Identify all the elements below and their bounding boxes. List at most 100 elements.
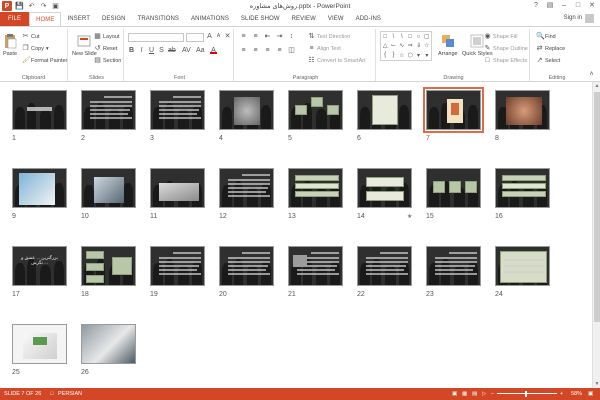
shape-outline-button[interactable]: ✎ Shape Outline xyxy=(484,45,528,52)
tab-review[interactable]: REVIEW xyxy=(286,12,322,26)
decrease-indent-button[interactable]: ⇤ xyxy=(264,33,271,40)
font-size-box[interactable] xyxy=(186,33,204,42)
char-spacing-button[interactable]: AV xyxy=(182,47,191,54)
convert-smartart-button[interactable]: ☷ Convert to SmartArt xyxy=(308,57,365,64)
slide-thumbnail[interactable] xyxy=(150,246,205,286)
rectangle-shape-icon[interactable]: □ xyxy=(406,32,414,41)
zoom-in-icon[interactable]: + xyxy=(560,391,563,397)
slide-thumbnail[interactable] xyxy=(357,246,412,286)
slide-thumbnail[interactable] xyxy=(12,324,67,364)
close-icon[interactable]: ✕ xyxy=(586,0,598,10)
ribbon-display-icon[interactable]: ▤ xyxy=(544,0,556,10)
help-icon[interactable]: ? xyxy=(530,0,542,10)
elbow-connector-icon[interactable]: ⌙ xyxy=(389,41,397,50)
strikethrough-button[interactable]: ab xyxy=(168,47,176,54)
line-shape-icon[interactable]: \ xyxy=(398,32,406,41)
slide-thumbnail[interactable] xyxy=(219,168,274,208)
spellcheck-icon[interactable]: □ xyxy=(50,391,53,397)
slide-thumbnail[interactable]: بزرگترین ... عشق و نگرش ... xyxy=(12,246,67,286)
collapse-ribbon-button[interactable]: ˄ xyxy=(588,71,595,78)
align-center-button[interactable]: ≡ xyxy=(252,47,259,54)
slide-thumbnail[interactable] xyxy=(288,90,343,130)
find-button[interactable]: 🔍 Find xyxy=(536,33,556,40)
gallery-scroll-icon[interactable]: ▾ xyxy=(423,51,431,60)
slide-thumbnail[interactable] xyxy=(426,168,481,208)
tab-insert[interactable]: INSERT xyxy=(61,12,96,26)
zoom-slider-track[interactable] xyxy=(497,393,557,394)
slide-thumbnail[interactable] xyxy=(495,90,550,130)
tab-add-ins[interactable]: ADD-INS xyxy=(350,12,387,26)
star-shape-icon[interactable]: ☆ xyxy=(398,51,406,60)
scrollbar-thumb[interactable] xyxy=(594,92,600,322)
format-painter-button[interactable]: 🖌 Format Painter xyxy=(22,57,67,64)
slide-thumbnail[interactable] xyxy=(288,168,343,208)
slide-thumbnail[interactable] xyxy=(495,246,550,286)
hexagon-shape-icon[interactable]: ⬡ xyxy=(406,51,414,60)
change-case-button[interactable]: Aa xyxy=(196,47,205,54)
italic-button[interactable]: I xyxy=(138,47,145,54)
slide-thumbnail[interactable] xyxy=(219,90,274,130)
slide-thumbnail[interactable] xyxy=(288,246,343,286)
slideshow-view-icon[interactable]: ▷ xyxy=(482,391,486,397)
line-shape-icon[interactable]: \ xyxy=(389,32,397,41)
rounded-rect-shape-icon[interactable]: ▢ xyxy=(423,32,431,41)
slide-thumbnail[interactable] xyxy=(81,246,136,286)
slide-thumbnail[interactable] xyxy=(150,168,205,208)
replace-button[interactable]: ⇄ Replace xyxy=(536,45,566,52)
shrink-font-button[interactable]: A xyxy=(215,33,222,40)
zoom-out-icon[interactable]: – xyxy=(491,391,494,397)
numbering-button[interactable]: ≡ xyxy=(252,33,259,40)
shape-fill-button[interactable]: ◉ Shape Fill xyxy=(484,33,517,40)
slide-thumbnail[interactable] xyxy=(81,90,136,130)
reading-view-icon[interactable]: ▤ xyxy=(472,391,477,397)
line-spacing-button[interactable]: ↕ xyxy=(288,33,295,40)
cut-button[interactable]: ✂ Cut xyxy=(22,33,40,40)
slide-thumbnail[interactable] xyxy=(495,168,550,208)
copy-button[interactable]: ❐ Copy ▾ xyxy=(22,45,48,52)
slide-thumbnail[interactable] xyxy=(150,90,205,130)
language-status[interactable]: PERSIAN xyxy=(58,391,82,397)
reset-button[interactable]: ↺ Reset xyxy=(94,45,118,52)
layout-button[interactable]: ▦ Layout xyxy=(94,33,119,40)
tab-design[interactable]: DESIGN xyxy=(96,12,132,26)
textbox-shape-icon[interactable]: □ xyxy=(381,32,389,41)
shape-effects-button[interactable]: □ Shape Effects xyxy=(484,57,527,64)
maximize-icon[interactable]: □ xyxy=(572,0,584,10)
slide-thumbnail[interactable] xyxy=(12,168,67,208)
text-direction-button[interactable]: ⇅ Text Direction xyxy=(308,33,351,40)
slide-thumbnail[interactable] xyxy=(81,168,136,208)
curve-shape-icon[interactable]: ∿ xyxy=(398,41,406,50)
font-name-box[interactable] xyxy=(128,33,184,42)
justify-button[interactable]: ≡ xyxy=(276,47,283,54)
arrange-button[interactable]: Arrange xyxy=(438,33,458,57)
underline-button[interactable]: U xyxy=(148,47,155,54)
tab-animations[interactable]: ANIMATIONS xyxy=(185,12,235,26)
account-avatar[interactable] xyxy=(585,14,594,23)
bullets-button[interactable]: ≡ xyxy=(240,33,247,40)
paste-button[interactable]: Paste xyxy=(2,33,18,57)
tab-view[interactable]: VIEW xyxy=(322,12,350,26)
clear-format-button[interactable]: ✕ xyxy=(224,33,231,40)
fit-slide-icon[interactable]: ▣ xyxy=(588,391,593,397)
animation-star-icon[interactable]: ★ xyxy=(407,213,412,220)
oval-shape-icon[interactable]: ○ xyxy=(414,32,422,41)
bold-button[interactable]: B xyxy=(128,47,135,54)
brace-shape-icon[interactable]: { xyxy=(381,51,389,60)
triangle-shape-icon[interactable]: △ xyxy=(381,41,389,50)
zoom-slider-thumb[interactable] xyxy=(525,391,527,397)
scroll-down-icon[interactable]: ▼ xyxy=(593,380,600,388)
slide-thumbnail[interactable] xyxy=(423,87,484,133)
shadow-button[interactable]: S xyxy=(158,47,165,54)
increase-indent-button[interactable]: ⇥ xyxy=(276,33,283,40)
more-shapes-icon[interactable]: ▾ xyxy=(414,51,422,60)
arrow-right-shape-icon[interactable]: ⇒ xyxy=(406,41,414,50)
tab-slide-show[interactable]: SLIDE SHOW xyxy=(235,12,286,26)
font-color-button[interactable]: A xyxy=(210,47,217,54)
tab-transitions[interactable]: TRANSITIONS xyxy=(132,12,185,26)
columns-button[interactable]: ◫ xyxy=(288,47,295,54)
select-button[interactable]: ↗ Select xyxy=(536,57,561,64)
align-text-button[interactable]: ≡ Align Text xyxy=(308,45,340,52)
grow-font-button[interactable]: A xyxy=(206,33,213,40)
tab-home[interactable]: HOME xyxy=(29,12,62,26)
slide-thumbnail[interactable] xyxy=(426,246,481,286)
